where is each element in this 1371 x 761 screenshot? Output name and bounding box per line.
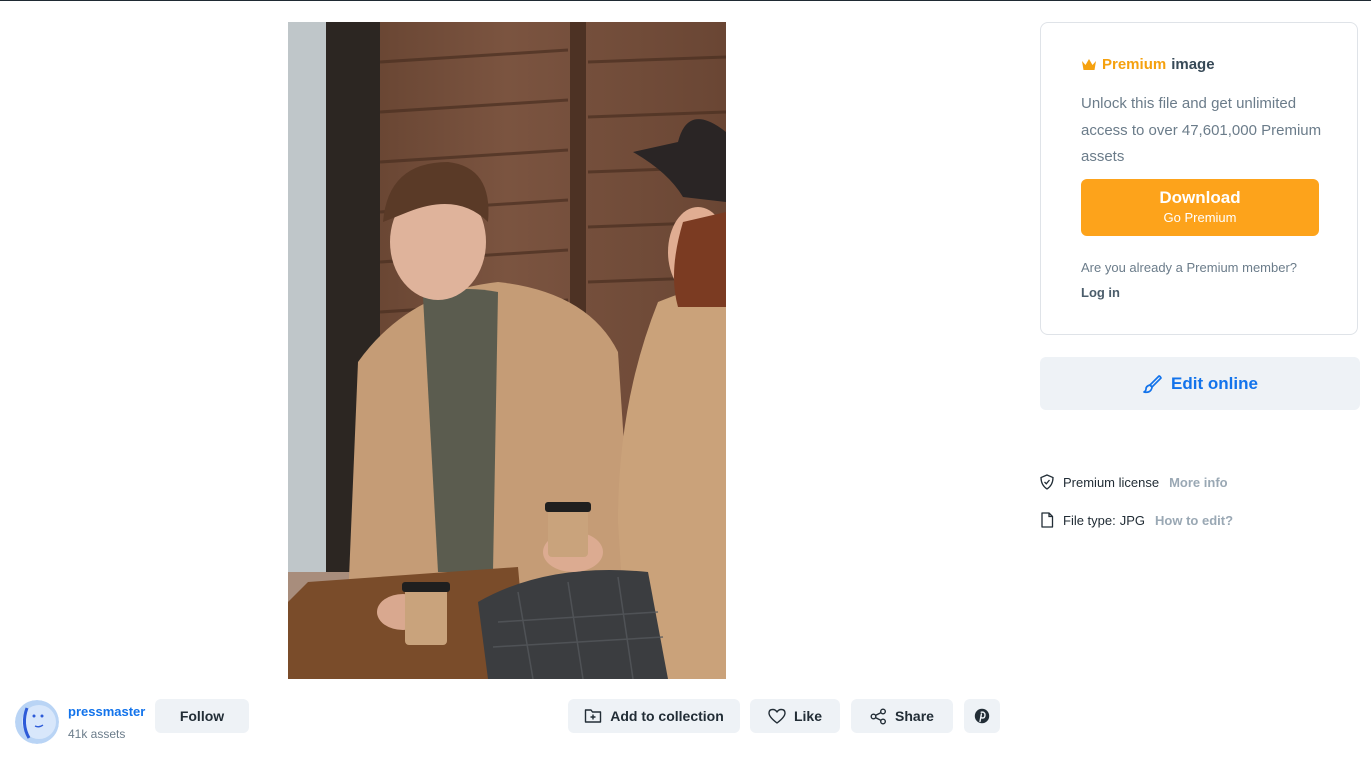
filetype-label: File type: xyxy=(1063,512,1116,528)
follow-label: Follow xyxy=(179,708,225,724)
share-label: Share xyxy=(895,708,934,724)
add-to-collection-label: Add to collection xyxy=(610,708,724,724)
share-icon xyxy=(870,708,887,724)
premium-description: Unlock this file and get unlimited acces… xyxy=(1081,95,1322,165)
download-button[interactable]: Download Go Premium xyxy=(1081,179,1319,236)
folder-plus-icon xyxy=(585,709,602,723)
author-name[interactable]: pressmaster xyxy=(68,704,145,719)
edit-online-button[interactable]: Edit online xyxy=(1040,357,1360,410)
license-row: Premium license More info xyxy=(1040,474,1228,490)
share-button[interactable]: Share xyxy=(851,699,953,733)
license-label: Premium license xyxy=(1063,474,1160,490)
pinterest-icon xyxy=(974,708,990,724)
like-button[interactable]: Like xyxy=(750,699,840,733)
author-assets: 41k assets xyxy=(68,727,126,741)
premium-card: Premium image Unlock this file and get u… xyxy=(1040,22,1358,335)
follow-button[interactable]: Follow xyxy=(155,699,249,733)
file-icon xyxy=(1041,512,1054,528)
crown-icon xyxy=(1082,58,1096,70)
shield-icon xyxy=(1040,474,1054,490)
how-to-edit-link[interactable]: How to edit? xyxy=(1155,513,1233,528)
brush-icon xyxy=(1143,374,1162,393)
heart-icon xyxy=(768,708,786,724)
pinterest-button[interactable] xyxy=(964,699,1000,733)
download-sub-label: Go Premium xyxy=(1163,210,1237,225)
avatar[interactable] xyxy=(15,700,59,744)
main-photo xyxy=(288,22,726,679)
filetype-row: File type: JPG How to edit? xyxy=(1040,512,1233,528)
more-info-link[interactable]: More info xyxy=(1169,475,1228,490)
already-member-text: Are you already a Premium member? xyxy=(1081,260,1298,275)
add-to-collection-button[interactable]: Add to collection xyxy=(568,699,740,733)
filetype-value: JPG xyxy=(1119,512,1146,528)
login-link[interactable]: Log in xyxy=(1081,285,1120,300)
edit-online-label: Edit online xyxy=(1171,373,1258,393)
image-word: image xyxy=(1171,56,1215,73)
download-label: Download xyxy=(1159,188,1241,207)
premium-title: Premium image xyxy=(1081,56,1215,73)
like-label: Like xyxy=(793,708,822,724)
premium-word: Premium xyxy=(1102,56,1167,73)
